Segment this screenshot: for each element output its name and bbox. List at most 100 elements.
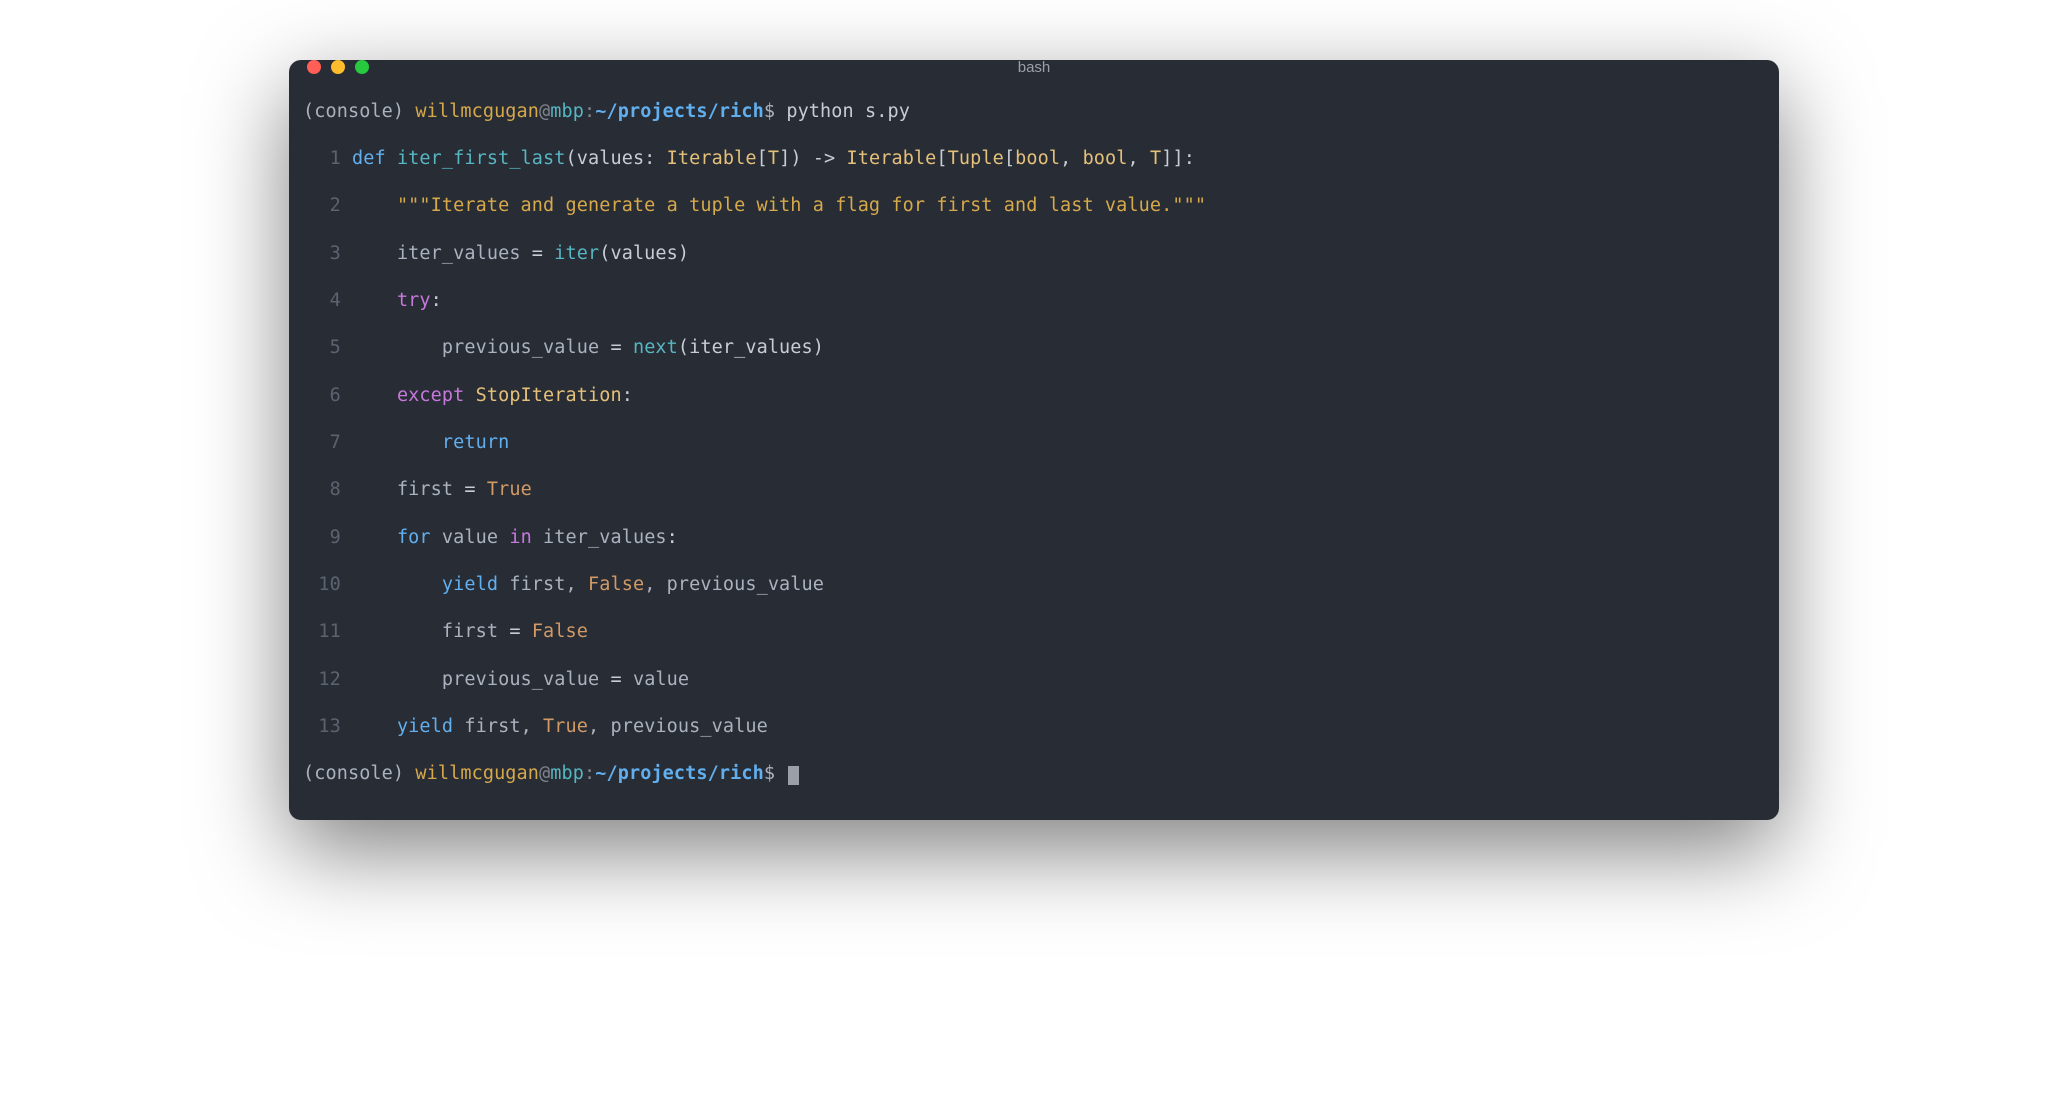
equals: = xyxy=(464,479,486,500)
indent xyxy=(352,195,397,216)
prompt-symbol: $ xyxy=(764,101,775,122)
code-line: 13 yield first, True, previous_value xyxy=(303,715,1765,739)
type: Tuple xyxy=(948,148,1004,169)
colon: : xyxy=(667,527,678,548)
titlebar: bash xyxy=(289,60,1779,74)
identifier: , previous_value xyxy=(588,716,768,737)
type: T xyxy=(768,148,779,169)
bracket: ]]: xyxy=(1161,148,1195,169)
indent xyxy=(352,432,442,453)
identifier: first xyxy=(442,621,509,642)
indent xyxy=(352,243,397,264)
equals: = xyxy=(532,243,554,264)
line-number: 2 xyxy=(303,194,341,218)
line-number: 13 xyxy=(303,715,341,739)
keyword-yield: yield xyxy=(442,574,509,595)
prompt-path: ~/projects/rich xyxy=(595,101,764,122)
identifier: iter_values xyxy=(543,527,667,548)
identifier: first, xyxy=(509,574,588,595)
close-icon[interactable] xyxy=(307,60,321,74)
keyword-except: except xyxy=(397,385,476,406)
line-number: 7 xyxy=(303,431,341,455)
comma: , xyxy=(1128,148,1150,169)
line-number: 10 xyxy=(303,573,341,597)
colon: : xyxy=(584,101,595,122)
identifier: iter_values xyxy=(397,243,532,264)
prompt-symbol: $ xyxy=(764,763,775,784)
line-number: 5 xyxy=(303,336,341,360)
keyword-yield: yield xyxy=(397,716,464,737)
keyword-return: return xyxy=(442,432,509,453)
code-line: 10 yield first, False, previous_value xyxy=(303,573,1765,597)
code-line: 6 except StopIteration: xyxy=(303,384,1765,408)
at-icon: @ xyxy=(539,101,550,122)
type: bool xyxy=(1083,148,1128,169)
identifier: first, xyxy=(464,716,543,737)
builtin: next xyxy=(633,337,678,358)
type: Iterable xyxy=(667,148,757,169)
type: T xyxy=(1150,148,1161,169)
line-number: 3 xyxy=(303,242,341,266)
type: Iterable xyxy=(847,148,937,169)
identifier: previous_value xyxy=(442,669,611,690)
colon: : xyxy=(584,763,595,784)
code-line: 7 return xyxy=(303,431,1765,455)
line-number: 8 xyxy=(303,478,341,502)
comma: , xyxy=(1060,148,1082,169)
line-number: 4 xyxy=(303,289,341,313)
prompt-user: willmcgugan xyxy=(415,763,539,784)
traffic-lights xyxy=(307,60,369,74)
keyword-in: in xyxy=(509,527,543,548)
keyword-try: try xyxy=(397,290,431,311)
zoom-icon[interactable] xyxy=(355,60,369,74)
indent xyxy=(352,337,442,358)
bracket: [ xyxy=(936,148,947,169)
cursor-icon xyxy=(788,766,799,785)
line-number: 1 xyxy=(303,147,341,171)
indent xyxy=(352,527,397,548)
line-number: 6 xyxy=(303,384,341,408)
window-title: bash xyxy=(289,60,1779,76)
venv-name: (console) xyxy=(303,101,404,122)
equals: = xyxy=(610,337,632,358)
colon: : xyxy=(622,385,633,406)
code-line: 4 try: xyxy=(303,289,1765,313)
identifier: value xyxy=(442,527,509,548)
prompt-user: willmcgugan xyxy=(415,101,539,122)
identifier: first xyxy=(397,479,464,500)
paren: (values) xyxy=(599,243,689,264)
code-line: 9 for value in iter_values: xyxy=(303,526,1765,550)
paren: (iter_values) xyxy=(678,337,824,358)
bracket: ]) xyxy=(779,148,813,169)
prompt-path: ~/projects/rich xyxy=(595,763,764,784)
line-number: 9 xyxy=(303,526,341,550)
indent xyxy=(352,479,397,500)
indent xyxy=(352,669,442,690)
type: bool xyxy=(1015,148,1060,169)
constant: False xyxy=(532,621,588,642)
line-number: 11 xyxy=(303,620,341,644)
colon: : xyxy=(431,290,442,311)
prompt-host: mbp xyxy=(550,101,584,122)
constant: True xyxy=(487,479,532,500)
identifier: value xyxy=(633,669,689,690)
minimize-icon[interactable] xyxy=(331,60,345,74)
params: (values: xyxy=(566,148,667,169)
indent xyxy=(352,574,442,595)
terminal-body[interactable]: (console) willmcgugan@mbp:~/projects/ric… xyxy=(289,74,1779,820)
indent xyxy=(352,621,442,642)
equals: = xyxy=(509,621,531,642)
bracket: [ xyxy=(1004,148,1015,169)
bracket: [ xyxy=(757,148,768,169)
code-line: 8 first = True xyxy=(303,478,1765,502)
exception-type: StopIteration xyxy=(476,385,622,406)
code-line: 2 """Iterate and generate a tuple with a… xyxy=(303,194,1765,218)
line-number: 12 xyxy=(303,668,341,692)
identifier: previous_value xyxy=(442,337,611,358)
indent xyxy=(352,290,397,311)
indent xyxy=(352,385,397,406)
builtin: iter xyxy=(554,243,599,264)
command-input: python s.py xyxy=(786,101,910,122)
constant: True xyxy=(543,716,588,737)
venv-name: (console) xyxy=(303,763,404,784)
